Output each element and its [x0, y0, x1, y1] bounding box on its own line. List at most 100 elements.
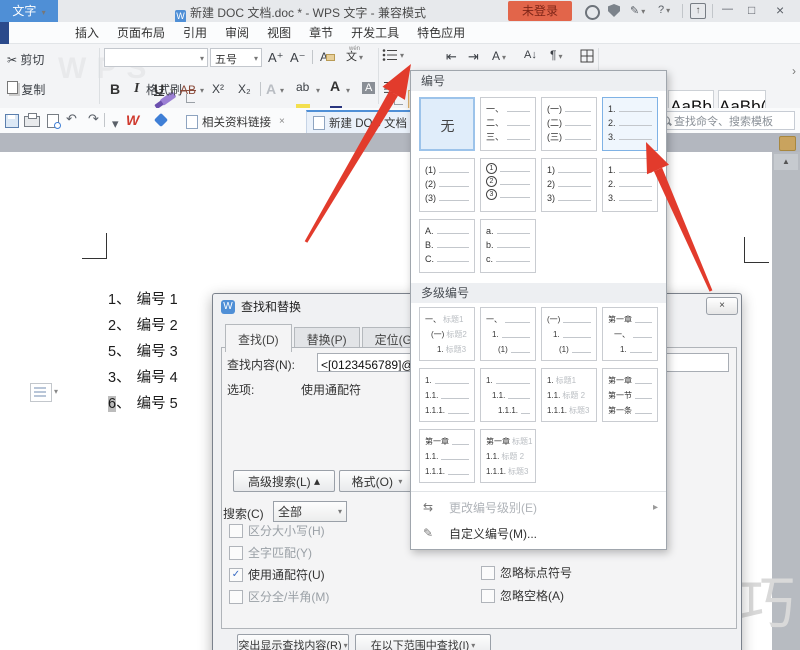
ribbon-tab-4[interactable]: 审阅 [216, 24, 258, 41]
clear-format-button[interactable]: A [320, 50, 335, 64]
unchecked-checkbox-icon[interactable] [481, 566, 495, 580]
ribbon-tab-8[interactable]: 特色应用 [408, 24, 474, 41]
checkbox-M[interactable]: 区分全/半角(M) [229, 588, 329, 605]
chevron-down-icon[interactable]: ▾ [280, 86, 284, 95]
multilevel-option-9[interactable]: 第一章1.1.1.1.1. [419, 429, 475, 483]
numbering-option-8[interactable]: 1.2.3. [602, 158, 658, 212]
ribbon-tab-2[interactable]: 页面布局 [108, 24, 174, 41]
dialog-tab-1[interactable]: 查找(D) [225, 324, 292, 352]
superscript-button[interactable]: X² [212, 82, 224, 96]
subscript-button[interactable]: X₂ [238, 82, 251, 96]
sort-button[interactable]: A↓ [524, 49, 537, 61]
font-name-combo[interactable]: ▾ [104, 48, 208, 67]
multilevel-option-6[interactable]: 1.1.1.1.1.1. [480, 368, 536, 422]
apps-cube-icon[interactable] [154, 113, 168, 127]
multilevel-option-1[interactable]: 一、标题1(一)标题21.标题3 [419, 307, 475, 361]
underline-button[interactable]: U [154, 81, 164, 97]
text-effects-button[interactable]: A [266, 81, 276, 97]
wps-menu-button[interactable]: 文字 ▾ [0, 0, 58, 22]
login-button[interactable]: 未登录 [508, 1, 572, 21]
maximize-button[interactable]: □ [748, 3, 755, 17]
unchecked-checkbox-icon[interactable] [229, 590, 243, 604]
chevron-down-icon[interactable]: ▾ [346, 86, 350, 95]
chevron-down-icon[interactable]: ▾ [170, 86, 174, 95]
strikethrough-button[interactable]: AB [180, 83, 196, 97]
numbering-option-3[interactable]: (一)(二)(三) [541, 97, 597, 151]
ribbon-tab-5[interactable]: 视图 [258, 24, 300, 41]
command-search-input[interactable]: 查找命令、搜索模板 [656, 111, 795, 130]
document-tab-links[interactable]: 相关资料链接 × [180, 110, 291, 133]
numbering-option-7[interactable]: 1)2)3) [541, 158, 597, 212]
chevron-down-icon[interactable]: ▾ [316, 86, 320, 95]
font-color-button[interactable]: A [330, 78, 342, 110]
checkbox-A[interactable]: 忽略空格(A) [481, 587, 564, 604]
char-scale-button[interactable]: A▾ [492, 49, 506, 63]
shrink-font-button[interactable]: A⁻ [290, 50, 306, 66]
minimize-button[interactable]: — [722, 3, 733, 15]
redo-button[interactable]: ↷ [88, 111, 99, 127]
multilevel-option-4[interactable]: 第一章一、1. [602, 307, 658, 361]
ribbon-tab-1[interactable]: 插入 [66, 24, 108, 41]
copy-button[interactable]: 复制 [7, 81, 45, 98]
format-button[interactable]: 格式(O) ▾ [339, 470, 415, 492]
paste-options-button[interactable] [30, 383, 52, 402]
save-icon[interactable] [5, 114, 19, 128]
close-tab-icon[interactable]: × [279, 116, 285, 127]
upload-icon[interactable]: ↑ [690, 3, 706, 19]
increase-indent-button[interactable]: ⇥ [468, 49, 479, 65]
justify-button[interactable] [384, 81, 399, 97]
dialog-close-button[interactable]: × [706, 297, 738, 315]
checked-checkbox-icon[interactable]: ✓ [229, 568, 243, 582]
multilevel-option-5[interactable]: 1.1.1.1.1.1. [419, 368, 475, 422]
ribbon-tab-6[interactable]: 章节 [300, 24, 342, 41]
find-in-scope-button[interactable]: 在以下范围中查找(I)▾ [355, 634, 491, 650]
highlight-button[interactable]: ab [296, 80, 310, 108]
bold-button[interactable]: B [110, 81, 120, 97]
show-marks-button[interactable]: ¶▾ [550, 48, 562, 62]
unchecked-checkbox-icon[interactable] [229, 524, 243, 538]
close-button[interactable]: × [776, 2, 784, 18]
multilevel-option-3[interactable]: (一)1.(1) [541, 307, 597, 361]
gallery-scroll-icon[interactable]: › [792, 64, 796, 78]
numbering-option-5[interactable]: (1)(2)(3) [419, 158, 475, 212]
checkbox-H[interactable]: 区分大小写(H) [229, 522, 325, 539]
chevron-down-icon[interactable]: ▾ [200, 86, 204, 95]
document-tab-current[interactable]: 新建 DOC 文档 [306, 110, 426, 133]
bullets-button[interactable]: ▾ [382, 48, 404, 62]
cut-button[interactable]: ✂ 剪切 [7, 51, 44, 68]
pinyin-guide-button[interactable]: wén文▾ [346, 46, 363, 61]
edit-mode-icon[interactable]: ✎▾ [630, 4, 645, 17]
scroll-up-button[interactable]: ▲ [774, 154, 798, 170]
highlight-findings-button[interactable]: 突出显示查找内容(R)▾ [237, 634, 349, 650]
unchecked-checkbox-icon[interactable] [481, 589, 495, 603]
unchecked-checkbox-icon[interactable] [229, 546, 243, 560]
numbering-option-6[interactable]: 123 [480, 158, 536, 212]
font-expander-icon[interactable] [394, 96, 403, 105]
multilevel-option-7[interactable]: 1.标题11.1.标题 21.1.1.标题3 [541, 368, 597, 422]
numbering-option-2[interactable]: 一、二、三、 [480, 97, 536, 151]
print-icon[interactable] [24, 116, 40, 127]
numbering-option-10[interactable]: a.b.c. [480, 219, 536, 273]
ribbon-tab-3[interactable]: 引用 [174, 24, 216, 41]
numbering-option-1[interactable]: 无 [419, 97, 475, 151]
customize-numbering-item[interactable]: ✎自定义编号(M)... [411, 521, 666, 545]
decrease-indent-button[interactable]: ⇤ [446, 49, 457, 65]
wps-logo-icon[interactable]: W [126, 112, 139, 128]
customize-toolbar-icon[interactable]: ▾ [112, 116, 119, 132]
multilevel-option-10[interactable]: 第一章标题11.1.标题 21.1.1.标题3 [480, 429, 536, 483]
help-icon[interactable]: ?▾ [658, 4, 670, 16]
checkbox-Y[interactable]: 全字匹配(Y) [229, 544, 312, 561]
checkbox-U[interactable]: ✓使用通配符(U) [229, 566, 325, 583]
checkbox-[interactable]: 忽略标点符号 [481, 564, 572, 581]
protect-icon[interactable] [608, 4, 620, 17]
ribbon-tab-7[interactable]: 开发工具 [342, 24, 408, 41]
undo-button[interactable]: ↶ [66, 111, 77, 127]
multilevel-option-2[interactable]: 一、1.(1) [480, 307, 536, 361]
advanced-search-button[interactable]: 高级搜索(L) ▴ [233, 470, 335, 492]
change-list-level-item[interactable]: ⇆更改编号级别(E)▸ [411, 495, 666, 519]
grow-font-button[interactable]: A⁺ [268, 50, 284, 66]
numbering-option-4[interactable]: 1.2.3. [602, 97, 658, 151]
char-shading-button[interactable]: A [362, 82, 375, 94]
text-tools-button[interactable] [580, 49, 594, 66]
print-preview-icon[interactable] [47, 114, 59, 128]
